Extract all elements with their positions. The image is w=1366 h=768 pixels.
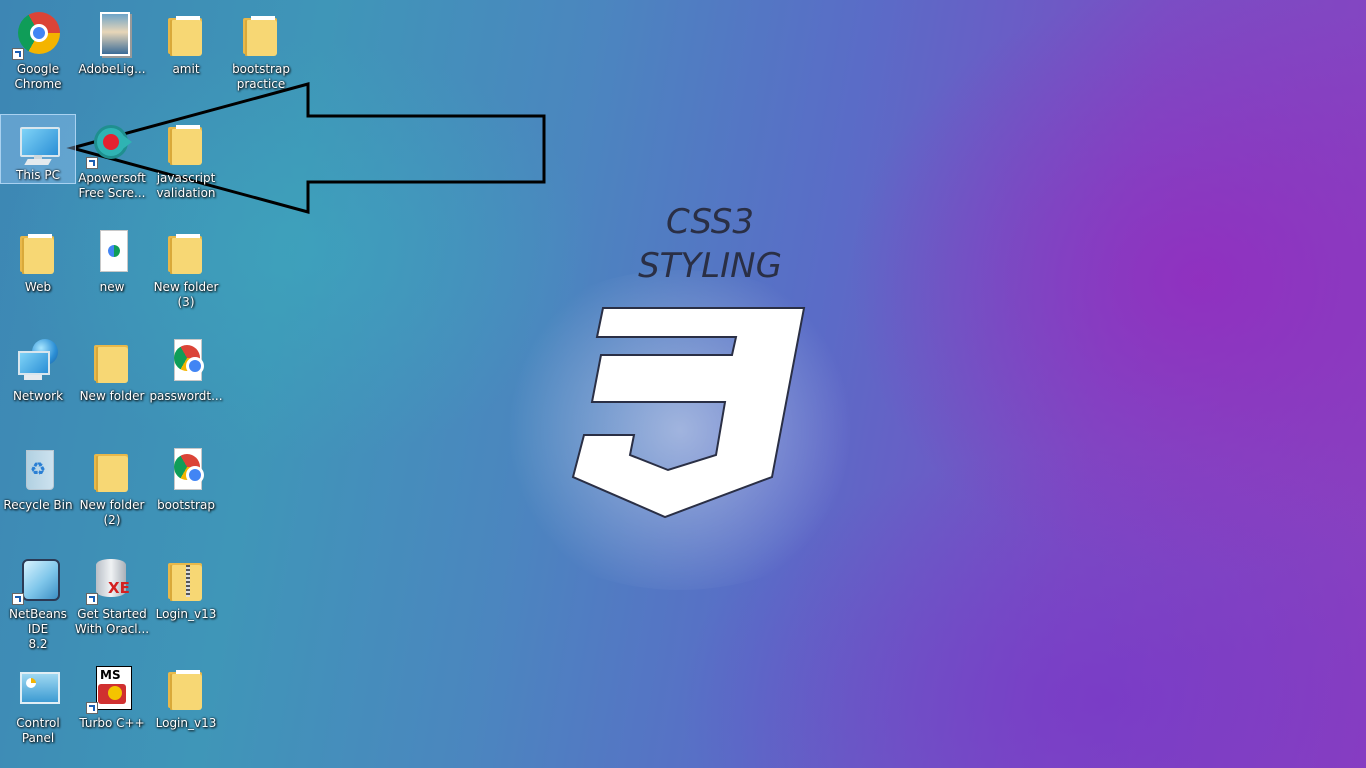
icon-label: Turbo C++ (79, 716, 145, 730)
desktop-icon-amit[interactable]: amit (148, 4, 224, 108)
icon-label: NetBeans IDE 8.2 (9, 607, 67, 651)
folder-icon (172, 238, 202, 274)
shortcut-arrow-icon (86, 593, 98, 605)
recycle-bin-icon (26, 450, 54, 490)
icon-label: Apowersoft Free Scre... (78, 171, 146, 200)
desktop-icon-netbeans[interactable]: NetBeans IDE 8.2 (0, 549, 76, 653)
desktop-icon-login-v13-zip[interactable]: Login_v13 (148, 549, 224, 653)
desktop-icon-this-pc[interactable]: This PC (0, 114, 76, 184)
desktop-icon-bootstrap-practice[interactable]: bootstrap practice (223, 4, 299, 108)
icon-label: bootstrap (157, 498, 215, 512)
desktop-icon-google-chrome[interactable]: Google Chrome (0, 4, 76, 108)
control-panel-icon (20, 672, 60, 704)
desktop-icon-bootstrap[interactable]: bootstrap (148, 440, 224, 544)
desktop-icon-network[interactable]: Network (0, 331, 76, 435)
shortcut-arrow-icon (86, 157, 98, 169)
desktop-icon-new-folder-3[interactable]: New folder (3) (148, 222, 224, 326)
desktop-icon-control-panel[interactable]: Control Panel (0, 658, 76, 762)
folder-chrome-icon (172, 129, 202, 165)
desktop-icon-new-folder-2[interactable]: New folder (2) (74, 440, 150, 544)
desktop-icon-javascript-validation[interactable]: javascript validation (148, 113, 224, 217)
icon-label: Login_v13 (155, 716, 217, 730)
icon-label: New folder (2) (79, 498, 145, 527)
icon-label: Google Chrome (14, 62, 62, 91)
icon-label: Get Started With Oracl... (74, 607, 150, 636)
adobe-lightroom-icon (100, 12, 130, 56)
icon-label: Recycle Bin (3, 498, 73, 512)
folder-icon (172, 20, 202, 56)
chrome-icon (18, 12, 60, 54)
netbeans-icon (22, 559, 60, 601)
turbo-ms-badge: MS (100, 668, 121, 682)
desktop-icon-new[interactable]: new (74, 222, 150, 326)
folder-icon (24, 238, 54, 274)
document-icon (100, 230, 128, 272)
folder-icon (172, 674, 202, 710)
shortcut-arrow-icon (12, 48, 24, 60)
icon-label: New folder (79, 389, 145, 403)
icon-label: bootstrap practice (232, 62, 290, 91)
icon-label: passwordt... (149, 389, 223, 403)
icon-label: Control Panel (16, 716, 60, 745)
folder-chrome-icon (247, 20, 277, 56)
folder-icon (98, 456, 128, 492)
icon-label: Web (24, 280, 52, 294)
icon-label: Login_v13 (155, 607, 217, 621)
desktop-icon-recycle-bin[interactable]: Recycle Bin (0, 440, 76, 544)
desktop-icon-apowersoft[interactable]: Apowersoft Free Scre... (74, 113, 150, 217)
icon-label: new (99, 280, 125, 294)
desktop-icon-turbo-cpp[interactable]: MS Turbo C++ (74, 658, 150, 762)
this-pc-icon (20, 127, 60, 157)
icon-label: javascript validation (156, 171, 216, 200)
folder-icon (98, 347, 128, 383)
icon-label: AdobeLig... (78, 62, 146, 76)
desktop-icon-new-folder[interactable]: New folder (74, 331, 150, 435)
desktop-icon-web[interactable]: Web (0, 222, 76, 326)
oracle-xe-badge: XE (108, 579, 130, 597)
shortcut-arrow-icon (86, 702, 98, 714)
desktop-icon-oracle[interactable]: XE Get Started With Oracl... (74, 549, 150, 653)
shortcut-arrow-icon (12, 593, 24, 605)
icon-label: This PC (16, 168, 60, 182)
desktop-icon-passwordt[interactable]: passwordt... (148, 331, 224, 435)
desktop-icon-adobe-lightroom[interactable]: AdobeLig... (74, 4, 150, 108)
desktop-icon-login-v13[interactable]: Login_v13 (148, 658, 224, 762)
icon-label: Network (12, 389, 64, 403)
desktop[interactable]: CSS3 STYLING Google Chrome This PC Web N… (0, 0, 1366, 768)
icon-label: amit (172, 62, 200, 76)
icon-label: New folder (3) (153, 280, 219, 309)
